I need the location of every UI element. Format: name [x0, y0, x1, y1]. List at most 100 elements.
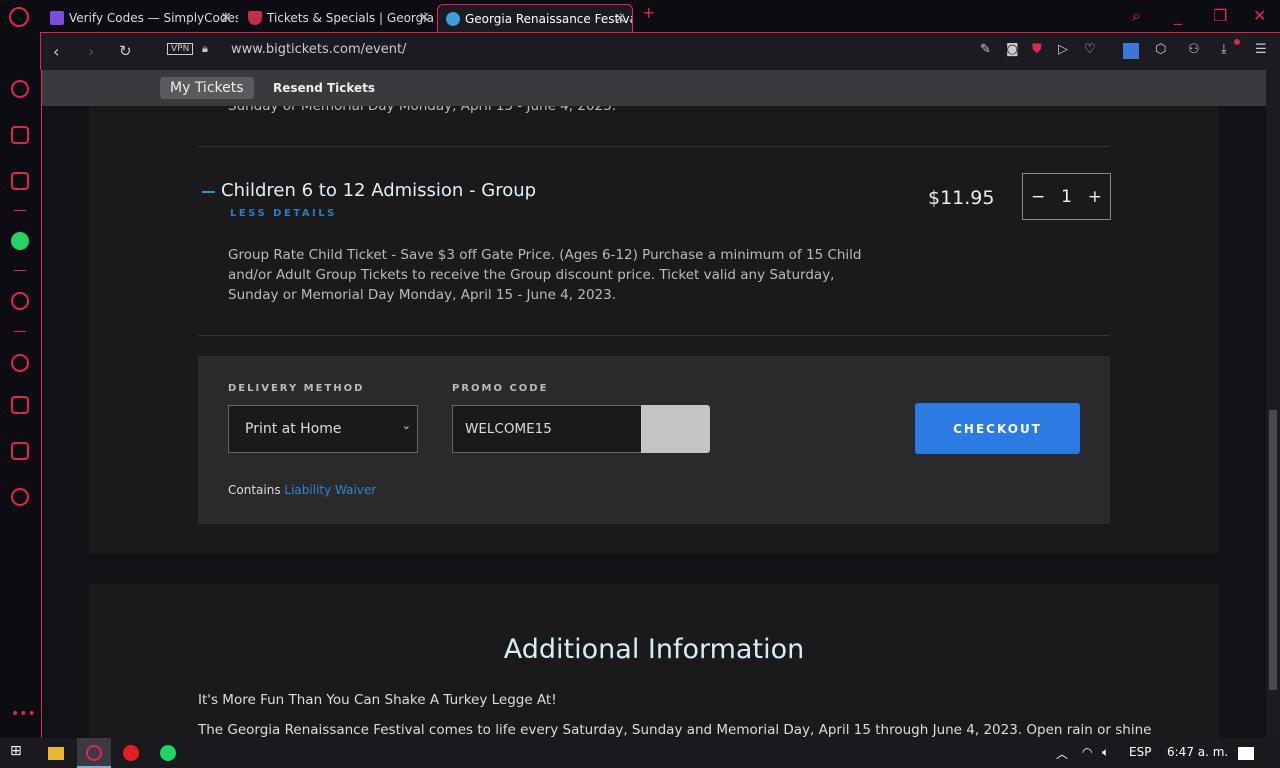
liability-waiver-link[interactable]: Liability Waiver	[284, 483, 376, 497]
settings-gear-icon[interactable]	[11, 488, 29, 506]
show-hidden-icons[interactable]: ︿	[1056, 745, 1068, 762]
tab-verify-codes[interactable]: Verify Codes — SimplyCodes ✕	[42, 4, 238, 32]
ticket-price: $11.95	[928, 187, 995, 209]
back-button[interactable]: ‹	[53, 42, 59, 61]
vpn-badge[interactable]: VPN	[167, 43, 194, 55]
heart-icon[interactable]: ♡	[1084, 42, 1096, 57]
reload-button[interactable]: ↻	[119, 42, 132, 60]
promo-code-value: WELCOME15	[465, 421, 552, 437]
description-line: Group Rate Child Ticket - Save $3 off Ga…	[228, 247, 862, 263]
sidebar: •••	[0, 70, 40, 738]
description-line: Sunday or Memorial Day Monday, April 15 …	[228, 287, 616, 303]
translate-icon[interactable]	[1123, 43, 1139, 59]
shopping-icon[interactable]	[11, 126, 29, 144]
sub-navigation: My Tickets Resend Tickets	[42, 70, 1266, 106]
adblock-shield-icon[interactable]: ⛊	[1032, 42, 1042, 57]
promo-code-input[interactable]: WELCOME15	[452, 405, 642, 453]
contains-label: Contains	[228, 483, 281, 497]
description-line: and/or Adult Group Tickets to receive th…	[228, 267, 835, 283]
taskbar: ⊞ ︿ ◠ 🔈︎ ESP 6:47 a. m.	[0, 738, 1280, 768]
delivery-method-label: DELIVERY METHOD	[228, 383, 365, 394]
bigtickets-favicon-icon	[446, 11, 460, 26]
divider	[198, 335, 1110, 336]
tab-title: Georgia Renaissance Festival	[465, 11, 633, 26]
collapse-icon[interactable]	[202, 191, 215, 193]
forward-button[interactable]: ›	[88, 42, 94, 61]
restore-button[interactable]: ❐	[1213, 6, 1227, 25]
send-icon[interactable]: ▷	[1058, 42, 1068, 57]
additional-info-card: Additional Information It's More Fun Tha…	[89, 584, 1219, 738]
address-bar: ‹ › ↻ VPN 🔒︎ www.bigtickets.com/event/ ✎…	[40, 32, 1280, 70]
history-icon[interactable]	[11, 354, 29, 372]
scrollbar-thumb[interactable]	[1269, 410, 1277, 690]
simplycodes-favicon-icon	[50, 11, 64, 25]
promo-code-label: PROMO CODE	[452, 383, 549, 394]
quantity-value[interactable]: 1	[1061, 187, 1072, 207]
divider	[198, 146, 1110, 147]
whatsapp-icon[interactable]	[11, 232, 29, 250]
shield-favicon-icon	[248, 11, 262, 25]
new-tab-button[interactable]: +	[642, 3, 655, 22]
divider	[14, 210, 26, 211]
opera-icon	[86, 745, 102, 761]
close-tab-icon[interactable]: ✕	[418, 10, 430, 26]
scrollbar[interactable]	[1266, 70, 1280, 738]
tab-bar: Verify Codes — SimplyCodes ✕ Tickets & Sp…	[0, 0, 1280, 32]
minimize-button[interactable]: _	[1174, 6, 1182, 25]
wifi-icon[interactable]: ◠	[1082, 745, 1092, 759]
quantity-stepper: − 1 +	[1022, 173, 1111, 220]
checkout-button[interactable]: CHECKOUT	[915, 403, 1080, 454]
camera-icon[interactable]: ◙	[1006, 42, 1019, 57]
ticket-title: Children 6 to 12 Admission - Group	[221, 180, 537, 201]
divider	[14, 331, 26, 332]
apply-promo-button[interactable]	[641, 405, 710, 453]
clock[interactable]: 6:47 a. m.	[1167, 745, 1228, 759]
profile-icon[interactable]: ⚇	[1188, 42, 1200, 57]
tab-georgia-renaissance[interactable]: Georgia Renaissance Festival ✕	[437, 4, 633, 32]
speed-dial-icon[interactable]	[11, 80, 29, 98]
web-page: My Tickets Resend Tickets Sunday or Memo…	[41, 70, 1266, 738]
downloads-sidebar-icon[interactable]	[11, 396, 29, 414]
opera-taskbar-button[interactable]	[77, 738, 111, 768]
lock-icon: 🔒︎	[202, 42, 208, 55]
language-indicator[interactable]: ESP	[1129, 745, 1151, 759]
checkout-panel: DELIVERY METHOD Print at Home ⌄ PROMO COD…	[198, 356, 1110, 524]
tab-tickets-specials[interactable]: Tickets & Specials | Georgia ✕	[240, 4, 436, 32]
ai-icon[interactable]	[11, 172, 29, 190]
resend-tickets-link[interactable]: Resend Tickets	[273, 81, 375, 95]
file-explorer-icon[interactable]	[48, 747, 64, 760]
decrement-button[interactable]: −	[1031, 187, 1045, 207]
close-tab-icon[interactable]: ✕	[220, 10, 232, 26]
tab-title: Verify Codes — SimplyCodes	[69, 11, 238, 25]
my-tickets-link[interactable]: My Tickets	[160, 77, 254, 99]
extensions-icon[interactable]	[11, 442, 29, 460]
delivery-method-value: Print at Home	[245, 421, 342, 437]
spotify-icon[interactable]	[160, 745, 176, 761]
easy-setup-icon[interactable]: ☰	[1255, 42, 1267, 57]
ticket-description: Group Rate Child Ticket - Save $3 off Ga…	[228, 245, 862, 305]
less-details-link[interactable]: LESS DETAILS	[230, 208, 337, 219]
increment-button[interactable]: +	[1088, 187, 1102, 207]
volume-icon[interactable]: 🔈︎	[1102, 745, 1109, 760]
extensions-cube-icon[interactable]: ⬡	[1155, 42, 1166, 57]
more-icon[interactable]: •••	[11, 706, 36, 722]
downloads-icon[interactable]: ⤓	[1221, 42, 1227, 57]
share-icon[interactable]: ✎	[980, 42, 991, 57]
additional-info-heading: Additional Information	[503, 634, 805, 665]
windows-start-icon[interactable]: ⊞	[10, 743, 22, 759]
delivery-method-select[interactable]: Print at Home ⌄	[228, 405, 418, 453]
player-icon[interactable]	[11, 292, 29, 310]
close-window-button[interactable]: ✕	[1253, 6, 1266, 25]
close-tab-icon[interactable]: ✕	[614, 11, 626, 27]
event-description: The Georgia Renaissance Festival comes t…	[198, 722, 1152, 738]
notifications-icon[interactable]	[1238, 747, 1254, 760]
chevron-down-icon: ⌄	[401, 419, 411, 432]
url-field[interactable]: www.bigtickets.com/event/	[231, 42, 406, 57]
youtube-music-icon[interactable]	[123, 745, 139, 761]
opera-menu-icon[interactable]	[9, 7, 29, 27]
tickets-card: Sunday or Memorial Day Monday, April 15 …	[89, 70, 1219, 554]
search-tabs-icon[interactable]: ⌕	[1132, 6, 1141, 26]
tab-title: Tickets & Specials | Georgia	[267, 11, 434, 25]
contains-note: Contains Liability Waiver	[228, 483, 376, 497]
divider	[14, 270, 26, 271]
